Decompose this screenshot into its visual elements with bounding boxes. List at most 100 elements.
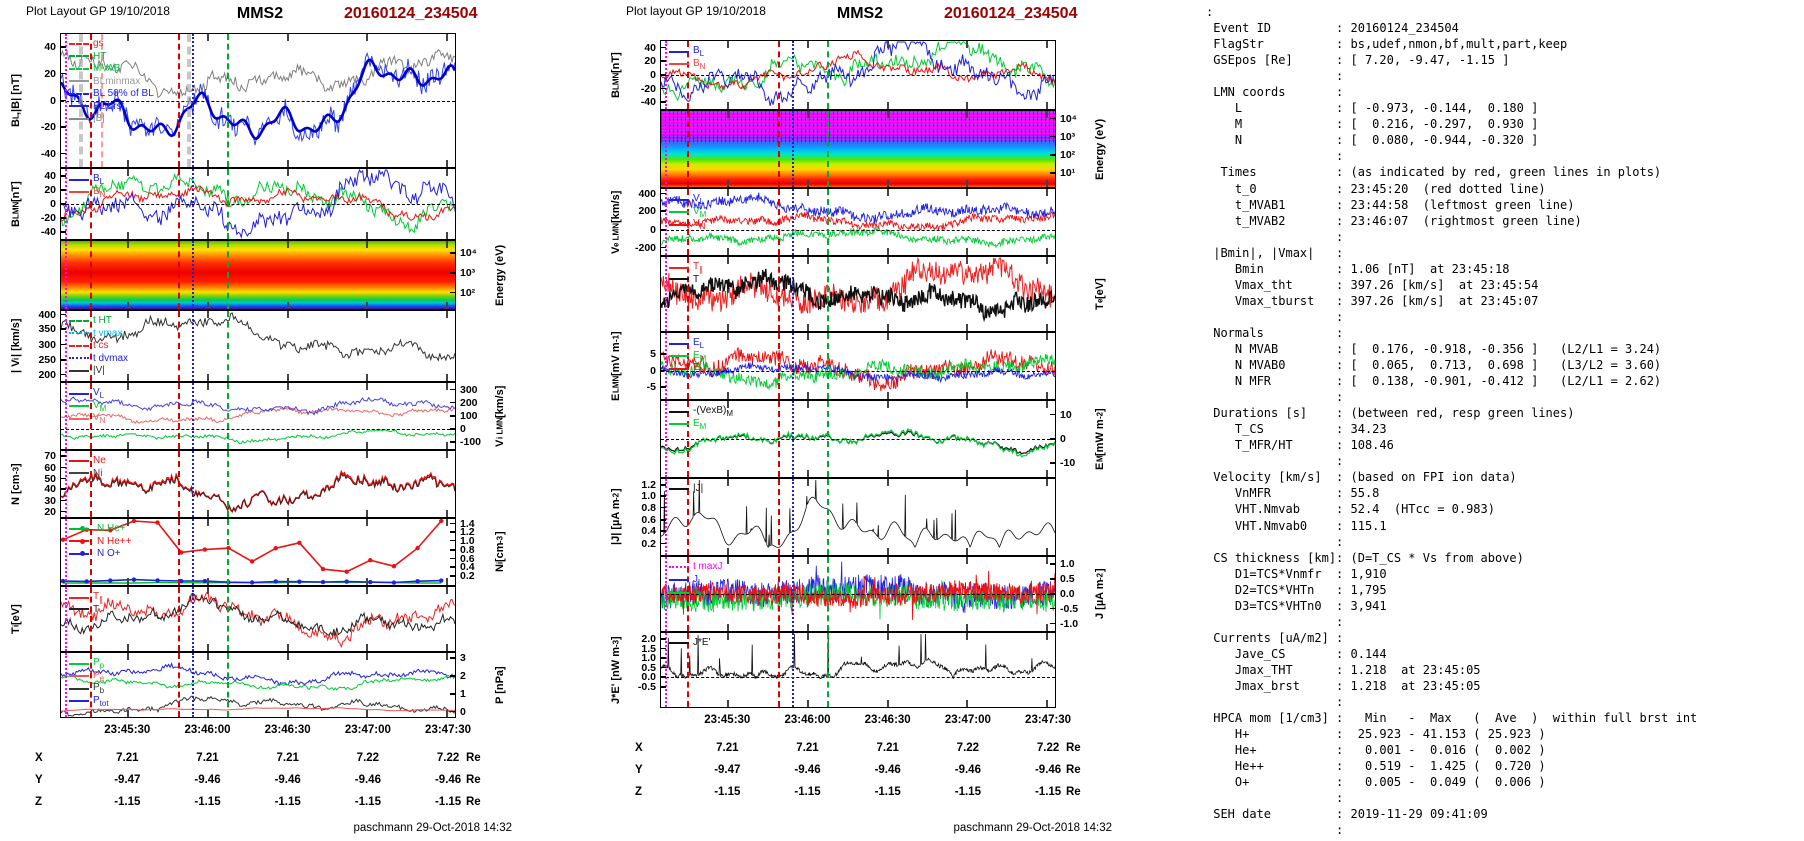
info-line: : [1206,69,1344,84]
y-tick-mark [1050,117,1055,120]
legend-label: t cs [93,340,109,351]
time-tick-mark [286,34,289,41]
time-tick-mark [806,257,809,264]
time-tick-mark [366,653,369,660]
event-line [89,241,92,309]
legend-line-sample [69,552,89,555]
y-tick-label: 350 [38,323,56,336]
legend-label: JL [693,573,703,587]
position-value: -1.15 [354,796,381,808]
position-row-label: Y [635,764,643,776]
y-tick-label: 250 [38,354,56,366]
legend-line-sample [69,540,89,542]
axis-label-e-spectrogram: Energy (eV) [1094,118,1106,180]
legend-line-sample [69,117,89,120]
y-tick-mark [661,210,666,213]
time-tick-mark [886,111,889,118]
y-tick-mark [61,359,66,361]
y-tick-mark [61,189,66,191]
y-tick-mark [661,228,666,231]
time-tick-mark [286,510,289,517]
event-line [178,451,181,517]
time-tick-mark [206,710,209,717]
time-tick-mark [726,102,729,109]
y-tick-label: 10² [1060,149,1076,162]
event-line [64,519,67,585]
y-tick-mark [1050,413,1055,416]
y-tick-label: 0.2 [641,537,656,550]
legend-label: Ptot [93,694,109,708]
time-tick-mark [726,479,729,486]
y-tick-mark [61,343,66,346]
info-line: N : [ 0.080, -0.944, -0.320 ] [1206,133,1539,148]
y-tick-label: 10¹ [1060,167,1076,180]
time-tick-mark [446,232,449,239]
y-tick-mark [1050,462,1055,464]
panel-j-mag: 1.2 1.0 0.8 0.6 0.4 0.2 |J| [µA m -2] |J| [610,478,1056,556]
y-tick-mark [61,99,66,102]
position-value: 7.21 [876,742,899,754]
legend-label: N He+ [97,523,126,534]
y-tick-label: -20 [640,82,656,95]
time-tick-mark [886,180,889,187]
legend-line-sample [69,472,89,474]
time-axis-label: 23:45:30 [104,724,151,736]
y-tick-mark [61,499,66,502]
legend-bl-b: HT [69,51,106,62]
legend-line-sample [69,405,89,407]
time-tick-mark [286,374,289,381]
y-tick-label: -20 [40,121,56,134]
legend-label: MVAB [93,63,121,74]
time-axis-label: 23:47:00 [344,724,391,736]
legend-label: VM [693,205,707,219]
time-tick-mark [806,102,809,109]
time-tick-mark [126,451,129,458]
plot-layout-label: Plot layout GP 19/10/2018 [626,4,766,18]
y-tick-mark [61,510,66,513]
y-tick-mark [450,566,455,568]
time-tick-mark [446,644,449,651]
time-tick-mark [126,519,129,526]
panel-vi-lmn: 300 200 100 0 -100 Vi LMN [km/s] VL VM VN [60,382,506,450]
time-tick-mark [886,41,889,48]
position-value: -9.47 [114,774,141,786]
time-tick-mark [286,311,289,318]
time-tick-mark [126,374,129,381]
position-value: 7.21 [116,752,139,764]
y-tick-label: 400 [38,308,56,321]
event-line [791,111,794,187]
time-tick-mark [206,587,209,594]
info-line: Durations [s] : (between red, resp green… [1206,406,1575,421]
event-line [664,111,667,187]
zero-line [61,429,455,431]
legend-label: EL [693,337,705,350]
series-plot-jde [661,633,1055,680]
time-tick-mark [366,302,369,309]
time-tick-mark [966,248,969,255]
event-line [791,41,794,109]
legend-b-lmn-m: BL [669,45,704,58]
time-tick-mark [886,324,889,331]
time-tick-mark [126,34,129,41]
time-tick-mark [286,302,289,309]
panel-pressure: 3 2 1 0 P [nPa] Pp Pe Pb Ptot [60,652,506,718]
position-row-label: X [35,752,43,764]
legend-ni-minor: N He++ [69,536,131,547]
time-tick-mark [366,160,369,167]
y-tick-mark [1050,578,1055,580]
time-tick-mark [206,311,209,318]
y-tick-mark [450,271,455,274]
info-line: HPCA mom [1/cm3] : Min - Max ( Ave ) wit… [1206,711,1698,726]
legend-n-density: Ne [69,455,106,466]
series-plot-vi-mag [61,312,455,362]
y-tick-mark [1050,172,1055,174]
y-tick-label: 0.5 [1060,573,1075,586]
time-tick-mark [806,41,809,48]
time-tick-mark [806,700,809,707]
info-line: O+ : 0.005 - 0.049 ( 0.006 ) [1206,775,1546,790]
legend-label: BL 50% of BL [93,88,154,99]
y-tick-mark [61,152,66,155]
info-line: |Bmin|, |Vmax| : [1206,245,1344,260]
y-tick-mark [450,388,455,391]
legend-label: T∥ [93,591,104,604]
